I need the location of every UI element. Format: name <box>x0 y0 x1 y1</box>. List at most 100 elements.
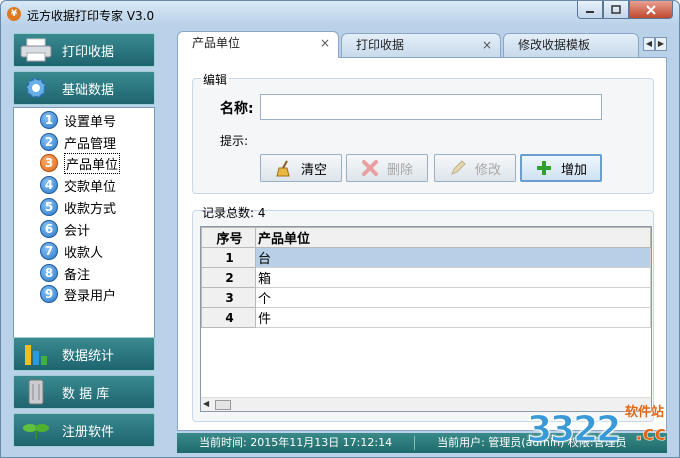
scroll-left-icon[interactable]: ◀ <box>203 399 209 408</box>
nav-item-login-user[interactable]: 9 登录用户 <box>40 284 116 304</box>
database-icon <box>14 377 58 407</box>
minimize-button[interactable] <box>577 1 603 19</box>
nav-item-payee[interactable]: 7 收款人 <box>40 241 103 261</box>
scroll-thumb[interactable] <box>215 400 231 410</box>
number-badge: 8 <box>40 264 58 282</box>
tab-close-icon[interactable]: × <box>482 34 492 56</box>
watermark-domain: .cc <box>635 421 667 446</box>
nav-print-receipt-label: 打印收据 <box>62 44 115 60</box>
record-count-label: 记录总数: 4 <box>202 206 266 220</box>
tab-close-icon[interactable]: × <box>320 32 330 54</box>
left-nav: 打印收据 基础数据 1 设置单号 2 产品管理 3 产品单位 4 交款单位 5 收款方式 … <box>9 29 159 453</box>
close-icon <box>646 4 656 15</box>
broom-icon <box>275 159 293 177</box>
row-seq-cell: 4 <box>201 307 256 328</box>
nav-item-product-management[interactable]: 2 产品管理 <box>40 132 116 152</box>
nav-register-label: 注册软件 <box>62 424 115 440</box>
number-badge: 5 <box>40 198 58 216</box>
minimize-icon <box>586 10 594 13</box>
row-unit-cell[interactable]: 台 <box>255 247 651 268</box>
row-unit-cell[interactable]: 个 <box>255 287 651 308</box>
watermark-site-text: 软件站 <box>625 405 665 420</box>
tab-content-product-unit: 编辑 名称: 提示: 清空 删除 修改 增加 记录总数: 4 序号 产品单位 1… <box>177 57 667 431</box>
nav-print-receipt-button[interactable]: 打印收据 <box>13 33 155 67</box>
column-header-seq[interactable]: 序号 <box>201 227 256 248</box>
tab-bar: 产品单位 × 打印收据 × 修改收据模板 ◀ ▶ <box>171 31 667 58</box>
add-button-label: 增加 <box>560 162 587 178</box>
tab-product-unit[interactable]: 产品单位 × <box>177 31 339 58</box>
row-seq-cell: 2 <box>201 267 256 288</box>
column-header-unit[interactable]: 产品单位 <box>255 227 651 248</box>
app-window: ¥ 远方收据打印专家 V3.0 打印收据 基础数据 1 设置单号 2 产品管理 … <box>0 0 680 458</box>
nav-item-payer-unit[interactable]: 4 交款单位 <box>40 175 116 195</box>
printer-icon <box>14 35 58 65</box>
delete-button[interactable]: 删除 <box>346 154 428 182</box>
nav-statistics-label: 数据统计 <box>62 348 115 364</box>
tab-print-receipt[interactable]: 打印收据 × <box>341 33 501 57</box>
nav-item-set-number[interactable]: 1 设置单号 <box>40 110 116 130</box>
nav-basic-data-label: 基础数据 <box>62 82 115 98</box>
status-current-time: 当前时间: 2015年11月13日 17:12:14 <box>177 436 416 450</box>
nav-item-label: 备注 <box>64 267 91 283</box>
tab-label: 打印收据 <box>356 38 405 52</box>
nav-item-label: 会计 <box>64 223 91 239</box>
row-unit-cell[interactable]: 箱 <box>255 267 651 288</box>
add-button[interactable]: 增加 <box>520 154 602 182</box>
number-badge: 2 <box>40 133 58 151</box>
name-label: 名称: <box>220 101 254 117</box>
nav-item-label: 收款人 <box>64 245 104 261</box>
basic-data-list: 1 设置单号 2 产品管理 3 产品单位 4 交款单位 5 收款方式 6 会计 7 收款人 8… <box>13 107 155 361</box>
nav-database-label: 数 据 库 <box>62 386 110 402</box>
tab-edit-receipt-template[interactable]: 修改收据模板 <box>503 33 639 57</box>
nav-register-button[interactable]: 注册软件 <box>13 413 155 447</box>
nav-item-label: 交款单位 <box>64 179 117 195</box>
nav-statistics-button[interactable]: 数据统计 <box>13 337 155 371</box>
app-logo-icon: ¥ <box>7 7 21 21</box>
table-row[interactable]: 2 箱 <box>201 267 651 288</box>
nav-item-label: 登录用户 <box>64 288 117 304</box>
maximize-button[interactable] <box>603 1 629 19</box>
row-seq-cell: 1 <box>201 247 256 268</box>
nav-item-label: 设置单号 <box>64 114 117 130</box>
number-badge: 9 <box>40 285 58 303</box>
tab-scroll-right-icon[interactable]: ▶ <box>655 37 667 51</box>
table-row[interactable]: 3 个 <box>201 287 651 308</box>
modify-button-label: 修改 <box>474 162 501 178</box>
edit-group-legend: 编辑 <box>201 71 230 88</box>
table-header-row: 序号 产品单位 <box>201 227 651 248</box>
number-badge: 3 <box>40 154 58 172</box>
number-badge: 1 <box>40 111 58 129</box>
nav-item-product-unit[interactable]: 3 产品单位 <box>40 152 121 174</box>
nav-database-button[interactable]: 数 据 库 <box>13 375 155 409</box>
row-seq-cell: 3 <box>201 287 256 308</box>
watermark-number: 3322 <box>526 409 621 451</box>
plus-icon <box>535 159 553 177</box>
tab-scroll-left-icon[interactable]: ◀ <box>643 37 655 51</box>
row-unit-cell[interactable]: 件 <box>255 307 651 328</box>
leaf-icon <box>14 415 58 445</box>
table-row[interactable]: 1 台 <box>201 247 651 268</box>
number-badge: 4 <box>40 176 58 194</box>
nav-item-accountant[interactable]: 6 会计 <box>40 219 90 239</box>
table-row[interactable]: 4 件 <box>201 307 651 328</box>
records-table: 序号 产品单位 1 台 2 箱 3 个 4 件 ◀ <box>200 226 652 412</box>
number-badge: 7 <box>40 242 58 260</box>
title-bar: ¥ 远方收据打印专家 V3.0 <box>1 1 679 27</box>
nav-item-remark[interactable]: 8 备注 <box>40 263 90 283</box>
clear-button[interactable]: 清空 <box>260 154 342 182</box>
name-input[interactable] <box>260 94 602 120</box>
modify-button[interactable]: 修改 <box>434 154 516 182</box>
bar-chart-icon <box>14 339 58 369</box>
hint-label: 提示: <box>220 134 249 148</box>
pencil-icon <box>449 159 467 177</box>
window-title: 远方收据打印专家 V3.0 <box>27 9 155 23</box>
clear-button-label: 清空 <box>300 162 327 178</box>
nav-item-label: 产品单位 <box>64 152 121 174</box>
close-button[interactable] <box>629 1 673 19</box>
nav-item-payment-method[interactable]: 5 收款方式 <box>40 197 116 217</box>
nav-basic-data-button[interactable]: 基础数据 <box>13 71 155 105</box>
delete-x-icon <box>361 159 379 177</box>
nav-item-label: 产品管理 <box>64 136 117 152</box>
delete-button-label: 删除 <box>386 162 413 178</box>
number-badge: 6 <box>40 220 58 238</box>
